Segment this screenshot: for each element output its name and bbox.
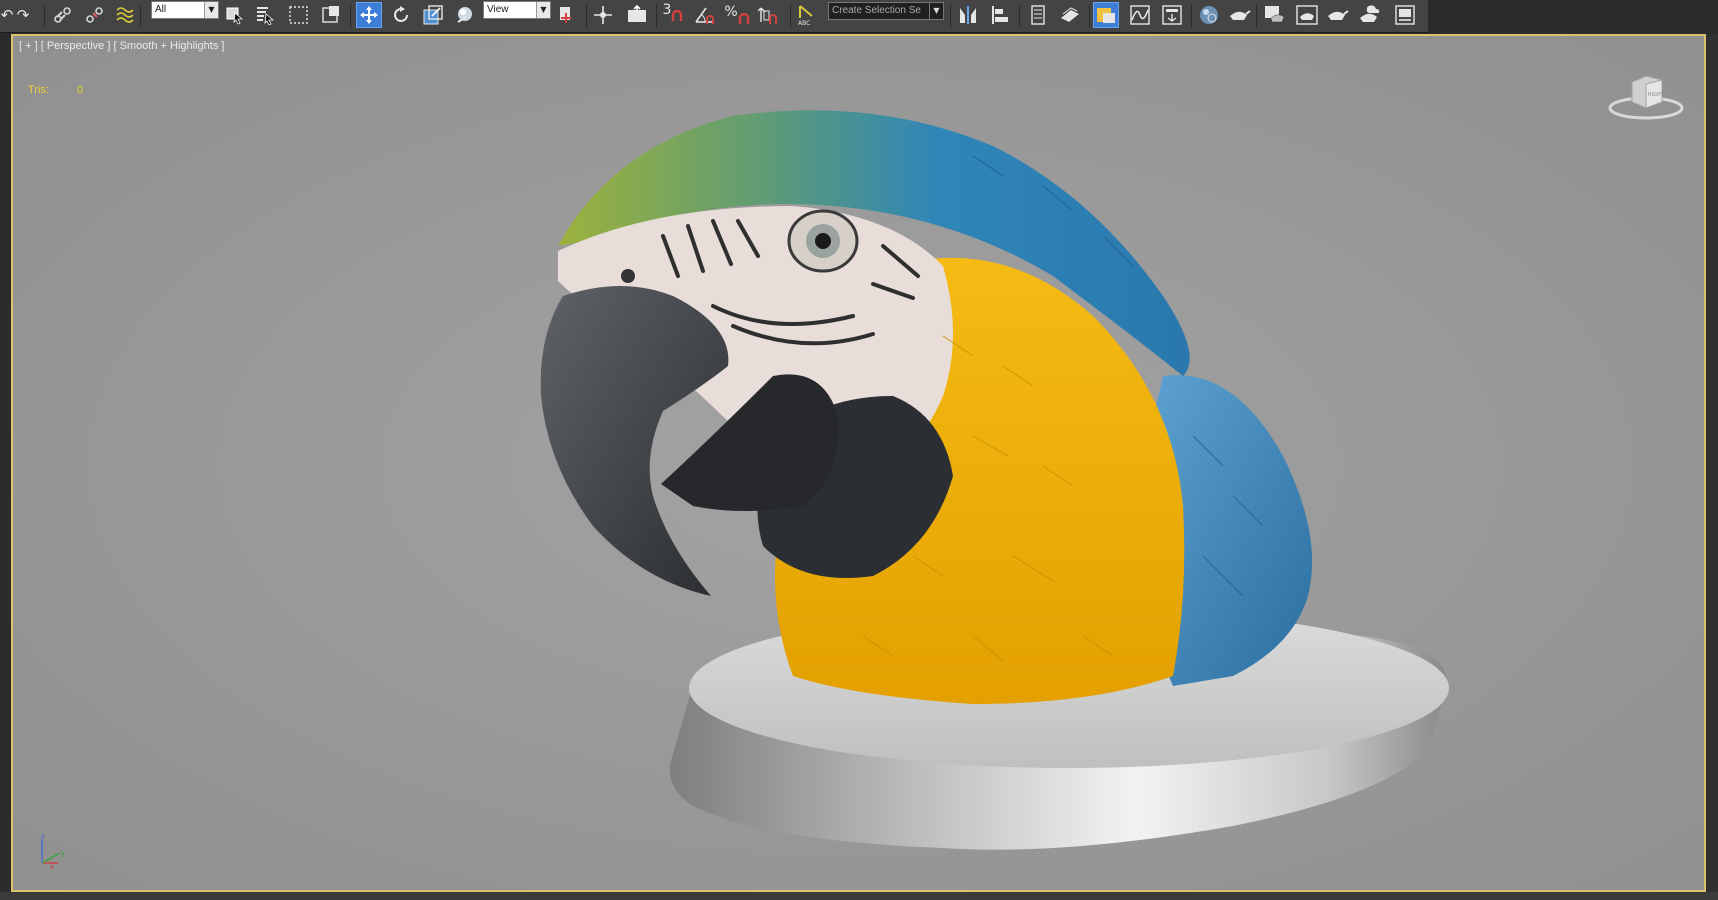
percent-snap-label: % (724, 4, 738, 20)
axis-y-line (41, 852, 61, 864)
toolbar-separator (350, 4, 351, 28)
toolbar-separator (140, 4, 141, 28)
viewcube-face-label: RIGHT (1648, 92, 1665, 98)
axis-z-label: z (41, 832, 45, 840)
window-crossing-icon[interactable] (318, 2, 344, 28)
render-online-icon[interactable] (1392, 2, 1418, 28)
render-cloud-icon[interactable] (1356, 2, 1382, 28)
toggle-ribbon-icon[interactable] (1057, 2, 1083, 28)
tris-value: 0 (76, 84, 84, 96)
named-selection-sets-dropdown[interactable]: Create Selection Se ▼ (828, 2, 944, 20)
select-object-icon[interactable] (222, 2, 248, 28)
tris-label: Tris: (28, 84, 49, 96)
edit-named-selection-icon[interactable]: ABC (794, 2, 820, 28)
rectangular-selection-icon[interactable] (286, 2, 312, 28)
render-iterative-icon[interactable] (1324, 2, 1350, 28)
viewport-label-menu[interactable]: [ + ] [ Perspective ] [ Smooth + Highlig… (19, 40, 224, 52)
right-panel-edge (1706, 34, 1718, 892)
render-production-icon[interactable] (1294, 2, 1320, 28)
toolbar-separator (586, 4, 587, 28)
main-toolbar: ↶ ↷ All ▼ View ▼ 3 % ABC Create Selectio… (0, 0, 1428, 33)
chevron-down-icon: ▼ (536, 2, 550, 18)
viewcube[interactable]: RIGHT (1606, 68, 1686, 124)
toolbar-separator (656, 4, 657, 28)
snaps-toggle-label: 3 (662, 2, 672, 18)
angle-snap-icon[interactable] (692, 2, 718, 28)
select-move-icon[interactable] (356, 2, 382, 28)
scene-canvas[interactable] (13, 36, 1706, 892)
axis-y-label: y (61, 849, 65, 857)
select-manipulate-icon[interactable] (590, 2, 616, 28)
axis-x-label: x (50, 863, 54, 871)
edit-named-label: ABC (798, 20, 810, 27)
align-icon[interactable] (987, 2, 1013, 28)
select-by-name-icon[interactable] (252, 2, 278, 28)
schematic-view-icon[interactable] (1159, 2, 1185, 28)
spinner-snap-icon[interactable] (756, 2, 782, 28)
select-scale-icon[interactable] (420, 2, 446, 28)
toolbar-separator (44, 4, 45, 28)
select-rotate-icon[interactable] (388, 2, 414, 28)
selection-filter-dropdown[interactable]: All ▼ (151, 1, 219, 19)
unlink-icon[interactable] (82, 2, 108, 28)
toolbar-separator (1256, 4, 1257, 28)
status-bar-strip (0, 892, 1718, 900)
scene-explorer-icon[interactable] (1093, 2, 1119, 28)
bind-space-warp-icon[interactable] (112, 2, 138, 28)
snaps-toggle-icon[interactable]: 3 (660, 2, 686, 28)
reference-coordinate-value: View (487, 4, 509, 15)
toolbar-separator (1089, 4, 1090, 28)
toolbar-separator (1191, 4, 1192, 28)
toolbar-separator (950, 4, 951, 28)
render-setup-icon[interactable] (1226, 2, 1252, 28)
curve-editor-icon[interactable] (1127, 2, 1153, 28)
rendered-frame-window-icon[interactable] (1262, 2, 1288, 28)
named-selection-placeholder: Create Selection Se (832, 5, 921, 16)
layer-explorer-icon[interactable] (1025, 2, 1051, 28)
select-place-icon[interactable] (452, 2, 478, 28)
selection-filter-value: All (155, 4, 167, 15)
viewport-statistics: Tris: 0 (28, 84, 83, 96)
percent-snap-icon[interactable]: % (724, 2, 750, 28)
link-icon[interactable] (50, 2, 76, 28)
axis-tripod: z x y (41, 832, 65, 871)
toolbar-separator (1019, 4, 1020, 28)
chevron-down-icon: ▼ (929, 3, 943, 19)
perspective-viewport[interactable]: [ + ] [ Perspective ] [ Smooth + Highlig… (11, 34, 1706, 892)
macaw-eye (787, 209, 859, 273)
keyboard-shortcut-icon[interactable] (624, 2, 650, 28)
redo-icon[interactable]: ↷ (10, 2, 36, 28)
material-editor-icon[interactable] (1196, 2, 1222, 28)
toolbar-separator (790, 4, 791, 28)
chevron-down-icon: ▼ (204, 2, 218, 18)
reference-coordinate-dropdown[interactable]: View ▼ (483, 1, 551, 19)
use-pivot-center-icon[interactable] (554, 2, 580, 28)
mirror-icon[interactable] (955, 2, 981, 28)
